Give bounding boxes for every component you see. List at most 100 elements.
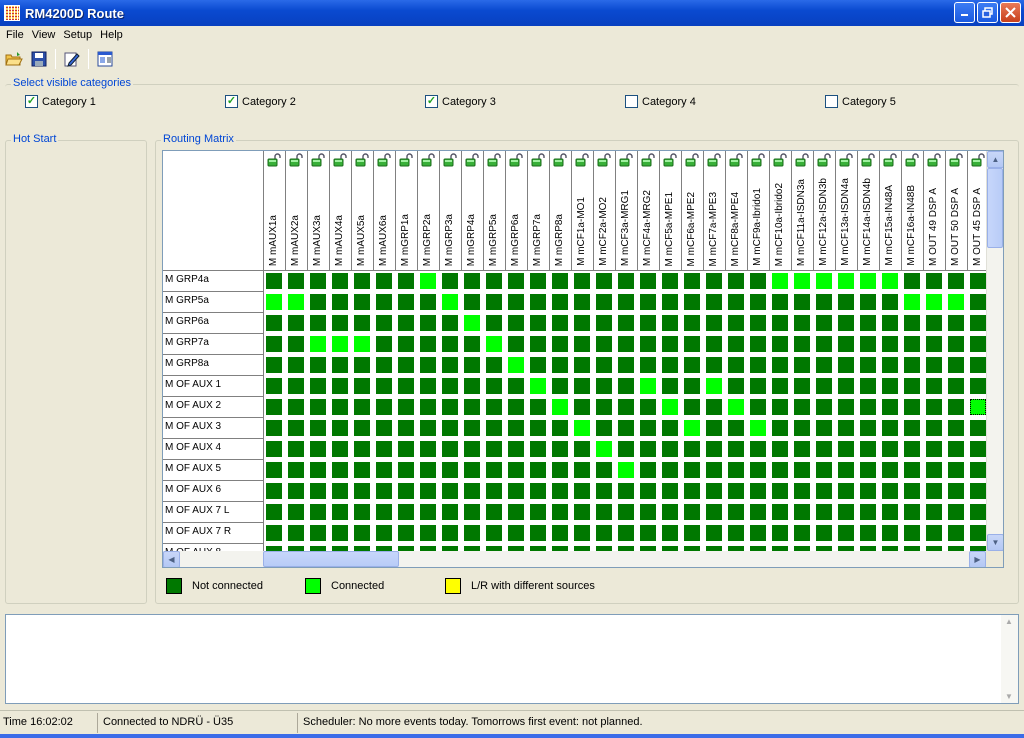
matrix-cell[interactable] — [836, 481, 858, 502]
matrix-cell[interactable] — [286, 355, 308, 376]
matrix-cell[interactable] — [924, 397, 946, 418]
menu-help[interactable]: Help — [96, 29, 127, 41]
matrix-cell[interactable] — [264, 523, 286, 544]
matrix-cell[interactable] — [836, 397, 858, 418]
checkbox-box[interactable] — [825, 95, 838, 108]
matrix-cell[interactable] — [396, 334, 418, 355]
matrix-cell[interactable] — [506, 334, 528, 355]
matrix-cell[interactable] — [814, 313, 836, 334]
matrix-cell[interactable] — [902, 502, 924, 523]
matrix-cell[interactable] — [484, 481, 506, 502]
matrix-cell[interactable] — [770, 271, 792, 292]
matrix-cell[interactable] — [682, 418, 704, 439]
lock-open-icon[interactable] — [487, 153, 502, 167]
column-header[interactable]: M mCF3a-MRG1 — [616, 151, 638, 271]
matrix-cell[interactable] — [506, 271, 528, 292]
matrix-cell[interactable] — [770, 292, 792, 313]
row-header[interactable]: M OF AUX 7 L — [163, 502, 264, 523]
column-header[interactable]: M mCF11a-ISDN3a — [792, 151, 814, 271]
matrix-cell[interactable] — [264, 292, 286, 313]
matrix-cell[interactable] — [264, 271, 286, 292]
matrix-cell[interactable] — [462, 271, 484, 292]
lock-open-icon[interactable] — [751, 153, 766, 167]
matrix-cell[interactable] — [506, 481, 528, 502]
category-1-checkbox[interactable]: ✓ Category 1 — [25, 95, 96, 108]
column-header[interactable]: M mCF12a-ISDN3b — [814, 151, 836, 271]
matrix-cell[interactable] — [330, 376, 352, 397]
column-header[interactable]: M mGRP2a — [418, 151, 440, 271]
matrix-cell[interactable] — [836, 460, 858, 481]
row-header[interactable]: M GRP7a — [163, 334, 264, 355]
matrix-cell[interactable] — [286, 460, 308, 481]
lock-open-icon[interactable] — [685, 153, 700, 167]
matrix-cell[interactable] — [726, 376, 748, 397]
matrix-cell[interactable] — [726, 334, 748, 355]
matrix-cell[interactable] — [462, 481, 484, 502]
matrix-cell[interactable] — [858, 271, 880, 292]
column-header[interactable]: M OUT 50 DSP A — [946, 151, 968, 271]
close-button[interactable] — [1000, 2, 1021, 23]
matrix-cell[interactable] — [858, 523, 880, 544]
matrix-cell[interactable] — [374, 418, 396, 439]
matrix-cell[interactable] — [462, 313, 484, 334]
matrix-cell[interactable] — [374, 460, 396, 481]
column-header[interactable]: M mAUX1a — [264, 151, 286, 271]
matrix-cell[interactable] — [836, 334, 858, 355]
matrix-cell[interactable] — [704, 271, 726, 292]
matrix-cell[interactable] — [572, 439, 594, 460]
matrix-cell[interactable] — [396, 313, 418, 334]
lock-open-icon[interactable] — [883, 153, 898, 167]
matrix-cell[interactable] — [660, 502, 682, 523]
matrix-cell[interactable] — [682, 376, 704, 397]
lock-open-icon[interactable] — [531, 153, 546, 167]
matrix-cell[interactable] — [792, 523, 814, 544]
matrix-cell[interactable] — [330, 334, 352, 355]
matrix-cell[interactable] — [616, 460, 638, 481]
matrix-cell[interactable] — [440, 439, 462, 460]
matrix-cell[interactable] — [506, 439, 528, 460]
matrix-cell[interactable] — [506, 397, 528, 418]
lock-open-icon[interactable] — [949, 153, 964, 167]
column-header[interactable]: M mCF8a-MPE4 — [726, 151, 748, 271]
matrix-cell[interactable] — [792, 418, 814, 439]
matrix-cell[interactable] — [726, 439, 748, 460]
matrix-cell[interactable] — [418, 397, 440, 418]
matrix-cell[interactable] — [374, 313, 396, 334]
matrix-cell[interactable] — [330, 439, 352, 460]
matrix-cell[interactable] — [374, 334, 396, 355]
matrix-cell[interactable] — [660, 481, 682, 502]
matrix-cell[interactable] — [638, 355, 660, 376]
matrix-cell[interactable] — [924, 502, 946, 523]
matrix-cell[interactable] — [352, 334, 374, 355]
matrix-cell[interactable] — [946, 334, 968, 355]
matrix-cell[interactable] — [946, 481, 968, 502]
matrix-cell[interactable] — [264, 502, 286, 523]
matrix-cell[interactable] — [770, 397, 792, 418]
column-header[interactable]: M mAUX5a — [352, 151, 374, 271]
matrix-cell[interactable] — [880, 439, 902, 460]
matrix-cell[interactable] — [440, 292, 462, 313]
matrix-cell[interactable] — [924, 355, 946, 376]
column-header[interactable]: M mAUX2a — [286, 151, 308, 271]
matrix-cell[interactable] — [374, 439, 396, 460]
matrix-cell[interactable] — [440, 313, 462, 334]
matrix-cell[interactable] — [616, 313, 638, 334]
matrix-cell[interactable] — [946, 313, 968, 334]
matrix-cell[interactable] — [814, 439, 836, 460]
matrix-cell[interactable] — [572, 334, 594, 355]
matrix-cell[interactable] — [352, 355, 374, 376]
matrix-cell[interactable] — [484, 355, 506, 376]
matrix-cell[interactable] — [660, 334, 682, 355]
matrix-cell[interactable] — [352, 502, 374, 523]
scroll-up-icon[interactable]: ▲ — [1005, 617, 1013, 626]
column-header[interactable]: M mCF2a-MO2 — [594, 151, 616, 271]
matrix-cell[interactable] — [880, 481, 902, 502]
matrix-cell[interactable] — [704, 460, 726, 481]
matrix-cell[interactable] — [462, 397, 484, 418]
matrix-cell[interactable] — [814, 355, 836, 376]
matrix-cell[interactable] — [858, 376, 880, 397]
matrix-cell[interactable] — [418, 271, 440, 292]
matrix-cell[interactable] — [792, 334, 814, 355]
matrix-cell[interactable] — [638, 439, 660, 460]
matrix-cell[interactable] — [770, 418, 792, 439]
